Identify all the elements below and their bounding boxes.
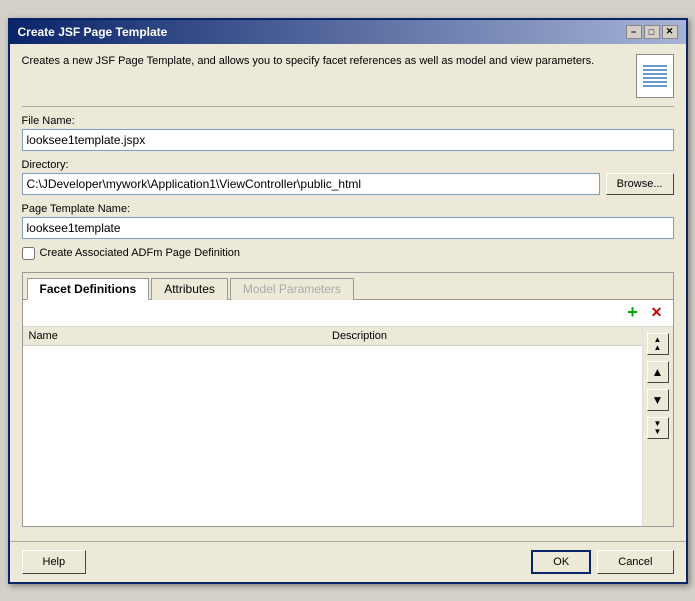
- dialog-content: Creates a new JSF Page Template, and all…: [10, 44, 686, 537]
- move-up-icon: ▲: [652, 365, 664, 379]
- tabs-container: Facet Definitions Attributes Model Param…: [22, 272, 674, 527]
- tab-header: Facet Definitions Attributes Model Param…: [23, 273, 673, 300]
- browse-button[interactable]: Browse...: [606, 173, 674, 195]
- move-down-icon: ▼: [652, 393, 664, 407]
- move-bottom-icon: ▼▼: [654, 420, 662, 436]
- page-template-name-input[interactable]: [22, 217, 674, 239]
- table-body: [23, 346, 642, 526]
- dialog-title: Create JSF Page Template: [18, 25, 168, 39]
- move-down-button[interactable]: ▼: [647, 389, 669, 411]
- description-text: Creates a new JSF Page Template, and all…: [22, 54, 626, 69]
- create-jsf-dialog: Create JSF Page Template − □ ✕ Creates a…: [8, 18, 688, 584]
- move-bottom-button[interactable]: ▼▼: [647, 417, 669, 439]
- minimize-button[interactable]: −: [626, 25, 642, 39]
- file-name-input[interactable]: [22, 129, 674, 151]
- title-bar-controls: − □ ✕: [626, 25, 678, 39]
- page-template-name-label: Page Template Name:: [22, 203, 674, 215]
- tab-toolbar: + ✕: [23, 300, 673, 327]
- col-desc-header: Description: [332, 330, 636, 342]
- cancel-button[interactable]: Cancel: [597, 550, 673, 574]
- ok-button[interactable]: OK: [531, 550, 591, 574]
- document-icon: [636, 54, 674, 98]
- doc-line-5: [643, 81, 667, 83]
- doc-line-2: [643, 69, 667, 71]
- file-name-group: File Name:: [22, 115, 674, 151]
- description-area: Creates a new JSF Page Template, and all…: [22, 54, 674, 107]
- move-up-button[interactable]: ▲: [647, 361, 669, 383]
- tab-attributes[interactable]: Attributes: [151, 278, 228, 300]
- col-name-header: Name: [29, 330, 333, 342]
- table-header: Name Description: [23, 327, 642, 346]
- maximize-button[interactable]: □: [644, 25, 660, 39]
- doc-line-4: [643, 77, 667, 79]
- tab-facet-definitions[interactable]: Facet Definitions: [27, 278, 150, 300]
- checkbox-label: Create Associated ADFm Page Definition: [40, 247, 241, 259]
- doc-icon-lines: [639, 61, 671, 91]
- footer-right: OK Cancel: [531, 550, 673, 574]
- move-top-button[interactable]: ▲▲: [647, 333, 669, 355]
- adfm-checkbox[interactable]: [22, 247, 35, 260]
- directory-input[interactable]: [22, 173, 600, 195]
- doc-line-1: [643, 65, 667, 67]
- close-button[interactable]: ✕: [662, 25, 678, 39]
- directory-group: Directory: Browse...: [22, 159, 674, 195]
- doc-line-6: [643, 85, 667, 87]
- remove-button[interactable]: ✕: [647, 303, 667, 323]
- file-name-label: File Name:: [22, 115, 674, 127]
- add-button[interactable]: +: [623, 303, 643, 323]
- help-button[interactable]: Help: [22, 550, 87, 574]
- doc-line-3: [643, 73, 667, 75]
- title-bar: Create JSF Page Template − □ ✕: [10, 20, 686, 44]
- table-area: Name Description: [23, 327, 642, 526]
- right-controls: ▲▲ ▲ ▼ ▼▼: [642, 327, 673, 526]
- page-template-name-group: Page Template Name:: [22, 203, 674, 239]
- content-with-controls: Name Description ▲▲ ▲ ▼: [23, 327, 673, 526]
- checkbox-row: Create Associated ADFm Page Definition: [22, 247, 674, 260]
- dialog-footer: Help OK Cancel: [10, 541, 686, 582]
- tab-model-parameters[interactable]: Model Parameters: [230, 278, 354, 300]
- move-top-icon: ▲▲: [654, 336, 662, 352]
- directory-row: Browse...: [22, 173, 674, 195]
- directory-label: Directory:: [22, 159, 674, 171]
